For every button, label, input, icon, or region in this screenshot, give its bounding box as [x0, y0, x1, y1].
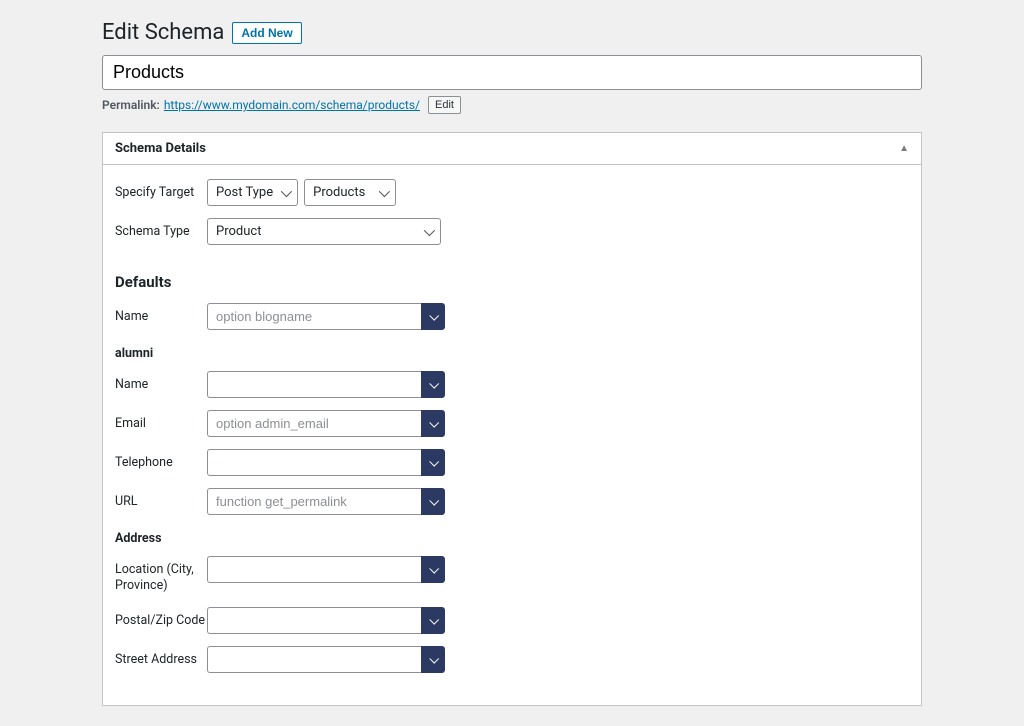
address-postal-label: Postal/Zip Code: [115, 607, 207, 629]
default-name-input[interactable]: [207, 303, 421, 330]
address-location-input[interactable]: [207, 556, 421, 583]
address-heading: Address: [115, 531, 909, 546]
schema-details-metabox: Schema Details ▲ Specify Target Post Typ…: [102, 132, 922, 706]
chevron-down-icon: [429, 653, 439, 663]
add-new-button[interactable]: Add New: [232, 22, 301, 44]
alumni-email-combo: [207, 410, 445, 437]
chevron-down-icon: [429, 564, 439, 574]
address-street-label: Street Address: [115, 646, 207, 668]
alumni-name-input[interactable]: [207, 371, 421, 398]
default-name-combo: [207, 303, 445, 330]
chevron-down-icon: [429, 496, 439, 506]
target-type-select[interactable]: Post Type: [207, 179, 298, 206]
metabox-title: Schema Details: [115, 141, 206, 156]
address-location-label: Location (City, Province): [115, 556, 207, 595]
defaults-heading: Defaults: [115, 273, 909, 291]
alumni-heading: alumni: [115, 346, 909, 361]
specify-target-label: Specify Target: [115, 179, 207, 201]
default-name-label: Name: [115, 303, 207, 325]
alumni-email-dropdown-button[interactable]: [421, 410, 445, 437]
chevron-down-icon: [429, 311, 439, 321]
address-postal-input[interactable]: [207, 607, 421, 634]
alumni-name-combo: [207, 371, 445, 398]
address-location-combo: [207, 556, 445, 583]
address-location-dropdown-button[interactable]: [421, 556, 445, 583]
page-title: Edit Schema: [102, 20, 224, 45]
chevron-down-icon: [429, 418, 439, 428]
permalink-edit-button[interactable]: Edit: [428, 96, 461, 114]
metabox-header[interactable]: Schema Details ▲: [103, 133, 921, 165]
permalink-label: Permalink:: [102, 98, 160, 112]
permalink-url[interactable]: https://www.mydomain.com/schema/products…: [164, 98, 420, 112]
alumni-telephone-dropdown-button[interactable]: [421, 449, 445, 476]
alumni-telephone-label: Telephone: [115, 449, 207, 471]
alumni-url-dropdown-button[interactable]: [421, 488, 445, 515]
default-name-dropdown-button[interactable]: [421, 303, 445, 330]
target-value-select[interactable]: Products: [304, 179, 396, 206]
alumni-url-input[interactable]: [207, 488, 421, 515]
permalink-row: Permalink: https://www.mydomain.com/sche…: [102, 96, 922, 114]
collapse-toggle-icon[interactable]: ▲: [899, 143, 909, 154]
address-street-combo: [207, 646, 445, 673]
chevron-down-icon: [429, 457, 439, 467]
address-street-dropdown-button[interactable]: [421, 646, 445, 673]
schema-type-label: Schema Type: [115, 218, 207, 240]
alumni-telephone-combo: [207, 449, 445, 476]
alumni-email-label: Email: [115, 410, 207, 432]
address-postal-combo: [207, 607, 445, 634]
chevron-down-icon: [281, 185, 292, 196]
schema-title-input[interactable]: [102, 55, 922, 90]
alumni-url-combo: [207, 488, 445, 515]
schema-type-select[interactable]: Product: [207, 218, 441, 245]
alumni-url-label: URL: [115, 488, 207, 510]
chevron-down-icon: [379, 185, 390, 196]
alumni-email-input[interactable]: [207, 410, 421, 437]
address-street-input[interactable]: [207, 646, 421, 673]
alumni-telephone-input[interactable]: [207, 449, 421, 476]
chevron-down-icon: [429, 614, 439, 624]
alumni-name-label: Name: [115, 371, 207, 393]
chevron-down-icon: [424, 224, 435, 235]
address-postal-dropdown-button[interactable]: [421, 607, 445, 634]
alumni-name-dropdown-button[interactable]: [421, 371, 445, 398]
chevron-down-icon: [429, 379, 439, 389]
